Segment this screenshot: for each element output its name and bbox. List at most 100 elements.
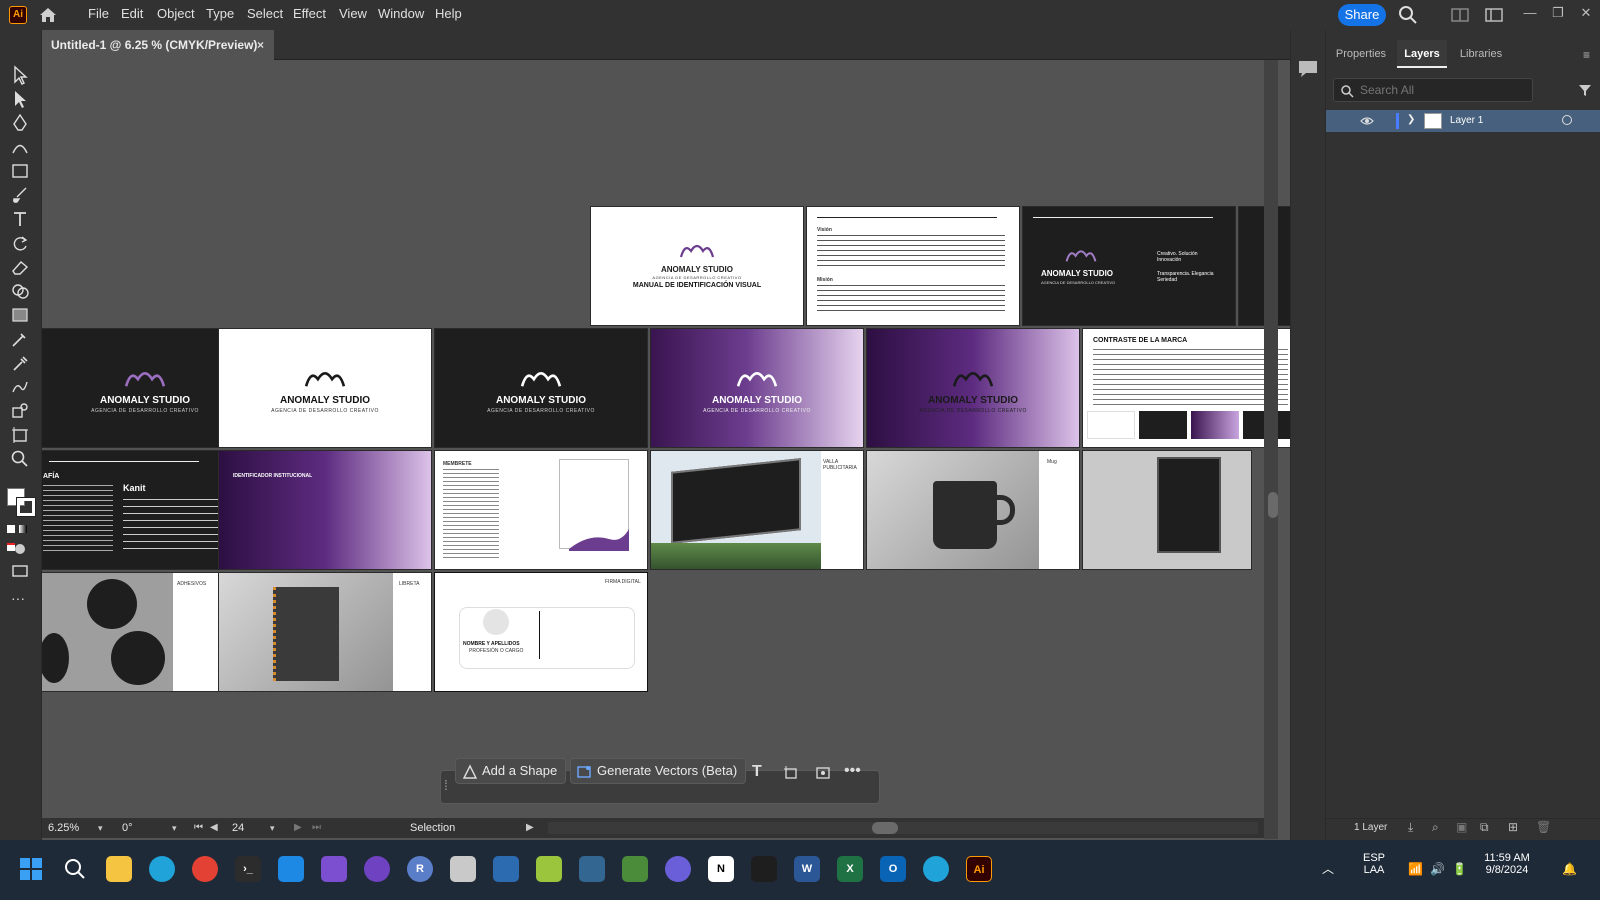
excel-icon[interactable]: X (837, 856, 863, 882)
screen-mode-icon[interactable] (9, 560, 31, 582)
menu-file[interactable]: File (88, 0, 109, 30)
artboard-cover[interactable]: ANOMALY STUDIO AGENCIA DE DESARROLLO CRE… (590, 206, 804, 326)
tab-libraries[interactable]: Libraries (1451, 40, 1511, 68)
network-app-icon[interactable] (622, 856, 648, 882)
clipping-mask-icon[interactable]: ▣ (1456, 820, 1467, 834)
comments-icon[interactable] (1296, 58, 1320, 80)
artboard-logo-white[interactable]: ANOMALY STUDIO AGENCIA DE DESARROLLO CRE… (218, 328, 432, 448)
menu-view[interactable]: View (339, 0, 367, 30)
notion-icon[interactable]: N (708, 856, 734, 882)
menu-effect[interactable]: Effect (293, 0, 326, 30)
direct-selection-tool-icon[interactable] (9, 88, 31, 110)
zoom-dropdown-icon[interactable]: ▾ (98, 818, 103, 838)
menu-window[interactable]: Window (378, 0, 424, 30)
maximize-window-button[interactable]: ❐ (1547, 3, 1569, 25)
color-mode-buttons[interactable] (7, 520, 35, 551)
pen-tool-icon[interactable] (9, 112, 31, 134)
document-tab[interactable]: Untitled-1 @ 6.25 % (CMYK/Preview) × (42, 30, 274, 60)
artboard-values[interactable]: ANOMALY STUDIO AGENCIA DE DESARROLLO CRE… (1022, 206, 1236, 326)
artboard-tool-icon[interactable] (9, 424, 31, 446)
menu-edit[interactable]: Edit (121, 0, 143, 30)
illustrator-taskbar-icon[interactable]: Ai (966, 856, 992, 882)
shape-builder-tool-icon[interactable] (9, 280, 31, 302)
eyedropper-tool-icon[interactable] (9, 352, 31, 374)
more-tools-icon[interactable]: ··· (11, 590, 25, 606)
type-tool-icon[interactable] (9, 208, 31, 230)
layer-target-icon[interactable] (1562, 115, 1572, 125)
database-icon[interactable] (450, 856, 476, 882)
horizontal-scrollbar-thumb[interactable] (872, 822, 898, 834)
tab-properties[interactable]: Properties (1329, 40, 1393, 68)
layer-search-input[interactable] (1333, 78, 1533, 102)
r-icon[interactable]: R (407, 856, 433, 882)
minimize-window-button[interactable]: — (1519, 3, 1541, 25)
paintbrush-tool-icon[interactable] (9, 184, 31, 206)
artboard-notebook[interactable]: LIBRETA (218, 572, 432, 692)
notifications-icon[interactable]: 🔔 (1562, 862, 1577, 876)
rotation-field[interactable]: 0° (122, 818, 133, 838)
canvas[interactable]: ANOMALY STUDIO AGENCIA DE DESARROLLO CRE… (42, 60, 1292, 839)
gradient-tool-icon[interactable] (9, 304, 31, 326)
share-button[interactable]: Share (1338, 4, 1386, 26)
first-artboard-icon[interactable]: ⏮ (194, 818, 203, 838)
close-tab-icon[interactable]: × (257, 30, 264, 60)
new-sublayer-icon[interactable]: ⧉ (1480, 820, 1489, 835)
word-icon[interactable]: W (794, 856, 820, 882)
wifi-icon[interactable]: 📶 (1408, 862, 1423, 876)
terminal-icon[interactable]: ›_ (235, 856, 261, 882)
tab-layers[interactable]: Layers (1397, 40, 1447, 68)
zoom-level-field[interactable]: 6.25% (48, 818, 79, 838)
selection-tool-icon[interactable] (9, 64, 31, 86)
drag-handle-icon[interactable]: ⁞ (444, 777, 448, 793)
draw-mode-icon[interactable] (9, 538, 31, 560)
status-menu-icon[interactable]: ▶ (526, 818, 534, 838)
menu-select[interactable]: Select (247, 0, 283, 30)
close-window-button[interactable]: ✕ (1575, 3, 1597, 25)
figma-icon[interactable] (751, 856, 777, 882)
menu-object[interactable]: Object (157, 0, 195, 30)
horizontal-scrollbar[interactable] (548, 822, 1258, 834)
vscode-icon[interactable] (278, 856, 304, 882)
volume-icon[interactable]: 🔊 (1430, 862, 1445, 876)
generate-vectors-button[interactable]: Generate Vectors (Beta) (570, 758, 747, 784)
curvature-tool-icon[interactable] (9, 136, 31, 158)
delete-layer-icon[interactable]: 🗑 (1536, 820, 1551, 834)
edge-icon[interactable] (149, 856, 175, 882)
menu-help[interactable]: Help (435, 0, 462, 30)
workspace-switcher-icon[interactable] (1485, 7, 1503, 23)
visual-studio-icon[interactable] (321, 856, 347, 882)
input-language-indicator[interactable]: ESP LAA (1354, 852, 1394, 876)
blend-tool-icon[interactable] (9, 376, 31, 398)
artboard-brand-contrast[interactable]: CONTRASTE DE LA MARCA (1082, 328, 1292, 448)
more-options-icon[interactable]: ••• (844, 762, 861, 780)
rotate-tool-icon[interactable] (9, 232, 31, 254)
battery-icon[interactable]: 🔋 (1452, 862, 1467, 876)
symbol-sprayer-tool-icon[interactable] (9, 400, 31, 422)
messaging-app-icon[interactable] (665, 856, 691, 882)
postgresql-icon[interactable] (579, 856, 605, 882)
zoom-tool-icon[interactable] (9, 448, 31, 470)
text-tool-icon[interactable]: T (752, 763, 770, 781)
artboard-billboard[interactable]: VALLA PUBLICITARIA (650, 450, 864, 570)
rectangle-tool-icon[interactable] (9, 160, 31, 182)
previous-artboard-icon[interactable]: ◀ (210, 818, 218, 838)
artboard-logo-gradient-1[interactable]: ANOMALY STUDIO AGENCIA DE DESARROLLO CRE… (650, 328, 864, 448)
outlook-icon[interactable]: O (880, 856, 906, 882)
artboard-letterhead[interactable]: MEMBRETE (434, 450, 648, 570)
eraser-tool-icon[interactable] (9, 256, 31, 278)
image-trace-icon[interactable] (814, 764, 832, 782)
edge-dev-icon[interactable] (923, 856, 949, 882)
last-artboard-icon[interactable]: ⏭ (312, 818, 321, 838)
snipping-tool-icon[interactable] (536, 856, 562, 882)
mysql-workbench-icon[interactable] (493, 856, 519, 882)
fill-stroke-swatch[interactable] (7, 488, 36, 517)
artboard-signature[interactable]: FIRMA DIGITAL NOMBRE Y APELLIDOS PROFESI… (434, 572, 648, 692)
panel-menu-icon[interactable]: ≡ (1583, 48, 1590, 62)
show-hidden-icons-icon[interactable]: ︿ (1322, 860, 1334, 877)
artboard-dropdown-icon[interactable]: ▾ (270, 818, 275, 838)
vertical-scrollbar-thumb[interactable] (1268, 492, 1278, 518)
collect-export-icon[interactable]: ⤓ (1408, 820, 1413, 835)
expand-layer-icon[interactable]: ❯ (1407, 114, 1415, 125)
search-icon[interactable] (62, 856, 88, 882)
artboard-institutional[interactable]: IDENTIFICADOR INSTITUCIONAL (218, 450, 432, 570)
